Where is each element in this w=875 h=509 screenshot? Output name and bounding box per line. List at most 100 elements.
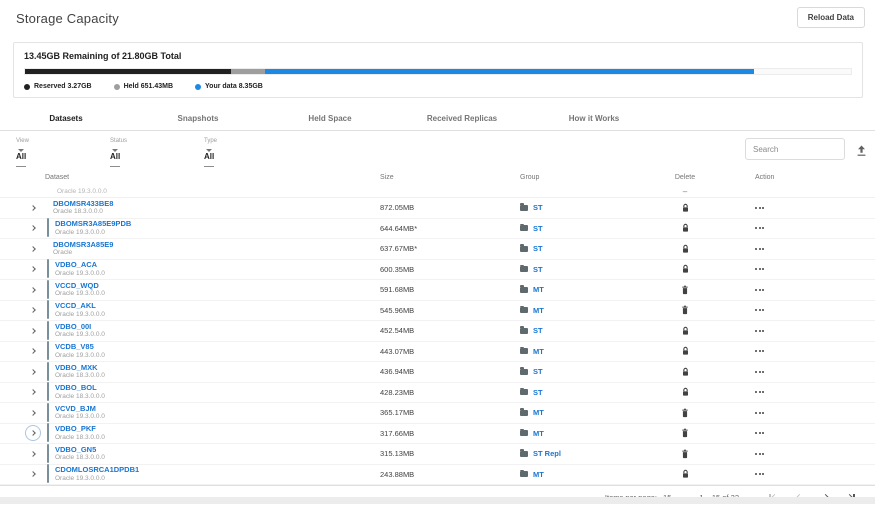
more-actions-icon[interactable] <box>755 289 769 291</box>
dataset-cell: VDBO_MXK Oracle 18.3.0.0.0 <box>0 363 360 381</box>
trash-icon[interactable] <box>681 305 689 315</box>
more-actions-icon[interactable] <box>755 227 769 229</box>
dataset-name-link[interactable]: VDBO_00I <box>55 323 105 332</box>
more-actions-icon[interactable] <box>755 412 769 414</box>
group-link[interactable]: ST <box>533 326 543 335</box>
more-actions-icon[interactable] <box>755 432 769 434</box>
chevron-right-icon <box>30 307 36 313</box>
dataset-cell: VCCD_AKL Oracle 19.3.0.0.0 <box>0 301 360 319</box>
export-icon[interactable] <box>856 145 867 157</box>
filter-value: All <box>16 152 26 161</box>
group-cell: MT <box>480 408 655 417</box>
expand-chevron[interactable] <box>26 303 40 317</box>
tab-snapshots[interactable]: Snapshots <box>132 114 264 123</box>
group-link[interactable]: ST <box>533 203 543 212</box>
expand-chevron[interactable] <box>26 467 40 481</box>
reload-data-button[interactable]: Reload Data <box>797 7 865 28</box>
dataset-subtitle: Oracle 19.3.0.0.0 <box>55 311 105 318</box>
group-link[interactable]: MT <box>533 470 544 479</box>
dataset-name-link[interactable]: VCCD_AKL <box>55 302 105 311</box>
dataset-name-link[interactable]: VCVD_BJM <box>55 405 105 414</box>
group-link[interactable]: ST <box>533 244 543 253</box>
search-input[interactable] <box>745 138 845 160</box>
dataset-name-link[interactable]: VDBO_MXK <box>55 364 105 373</box>
folder-icon <box>520 369 528 375</box>
filter-select-view[interactable]: ViewAll <box>16 138 94 164</box>
dataset-cell: VDBO_BOL Oracle 18.3.0.0.0 <box>0 383 360 401</box>
expand-chevron[interactable] <box>26 365 40 379</box>
trash-icon[interactable] <box>681 408 689 418</box>
tab-received-replicas[interactable]: Received Replicas <box>396 114 528 123</box>
expand-chevron[interactable] <box>26 385 40 399</box>
folder-icon <box>520 389 528 395</box>
expand-chevron[interactable] <box>26 447 40 461</box>
group-link[interactable]: ST <box>533 388 543 397</box>
expand-chevron[interactable] <box>26 406 40 420</box>
dataset-name-link[interactable]: DBOMSR3A85E9 <box>53 241 113 250</box>
dataset-name-link[interactable]: VCCD_WQD <box>55 282 105 291</box>
expand-chevron[interactable] <box>26 221 40 235</box>
group-link[interactable]: MT <box>533 408 544 417</box>
tab-how-it-works[interactable]: How it Works <box>528 114 660 123</box>
expand-chevron[interactable] <box>26 283 40 297</box>
chevron-right-icon <box>30 246 36 252</box>
expand-chevron[interactable] <box>26 344 40 358</box>
group-link[interactable]: MT <box>533 347 544 356</box>
more-actions-icon[interactable] <box>755 371 769 373</box>
more-actions-icon[interactable] <box>755 350 769 352</box>
filter-select-status[interactable]: StatusAll <box>110 138 188 164</box>
dataset-name-link[interactable]: VDBO_BOL <box>55 384 105 393</box>
tab-held-space[interactable]: Held Space <box>264 114 396 123</box>
dataset-name-link[interactable]: VCDB_V85 <box>55 343 105 352</box>
bottom-strip <box>0 497 875 504</box>
trash-icon[interactable] <box>681 449 689 459</box>
trash-icon[interactable] <box>681 285 689 295</box>
capacity-card: 13.45GB Remaining of 21.80GB Total Reser… <box>13 42 863 98</box>
dataset-name-link[interactable]: CDOMLOSRCA1DPDB1 <box>55 466 139 475</box>
group-link[interactable]: MT <box>533 285 544 294</box>
tab-datasets[interactable]: Datasets <box>0 114 132 123</box>
dataset-type-icon <box>47 281 49 299</box>
dataset-subtitle: Oracle 19.3.0.0.0 <box>55 270 105 277</box>
more-actions-icon[interactable] <box>755 391 769 393</box>
dataset-cell: VDBO_PKF Oracle 18.3.0.0.0 <box>0 424 360 442</box>
dataset-subtitle: Oracle 18.3.0.0.0 <box>55 454 105 461</box>
size-value: 365.17MB <box>360 408 480 417</box>
group-link[interactable]: ST <box>533 265 543 274</box>
group-link[interactable]: ST <box>533 224 543 233</box>
more-actions-icon[interactable] <box>755 309 769 311</box>
dataset-subtitle: Oracle 18.3.0.0.0 <box>55 372 105 379</box>
more-actions-icon[interactable] <box>755 268 769 270</box>
expand-chevron[interactable] <box>26 324 40 338</box>
dataset-subtitle: Oracle 19.3.0.0.0 <box>0 188 360 195</box>
group-link[interactable]: MT <box>533 306 544 315</box>
lock-icon <box>681 469 690 479</box>
dataset-name-link[interactable]: DBOMSR3A85E9PDB <box>55 220 131 229</box>
expand-chevron[interactable] <box>26 426 40 440</box>
more-actions-icon[interactable] <box>755 207 769 209</box>
expand-chevron[interactable] <box>26 262 40 276</box>
lock-icon <box>681 387 690 397</box>
dataset-name-link[interactable]: VDBO_ACA <box>55 261 105 270</box>
group-cell: ST <box>480 326 655 335</box>
more-actions-icon[interactable] <box>755 473 769 475</box>
action-cell <box>715 227 875 229</box>
dataset-name-link[interactable]: VDBO_PKF <box>55 425 105 434</box>
dataset-name-link[interactable]: DBOMSR433BE8 <box>53 200 113 209</box>
expand-chevron[interactable] <box>26 242 40 256</box>
group-link[interactable]: ST <box>533 367 543 376</box>
more-actions-icon[interactable] <box>755 330 769 332</box>
folder-icon <box>520 471 528 477</box>
app-header: Storage Capacity Reload Data <box>0 0 875 40</box>
group-link[interactable]: MT <box>533 429 544 438</box>
capacity-legend: Reserved 3.27GBHeld 651.43MBYour data 8.… <box>24 83 852 90</box>
vdb-icon <box>47 300 49 319</box>
trash-icon[interactable] <box>681 428 689 438</box>
dataset-name-link[interactable]: VDBO_GN5 <box>55 446 105 455</box>
filter-select-type[interactable]: TypeAll <box>204 138 282 164</box>
expand-chevron[interactable] <box>26 201 40 215</box>
more-actions-icon[interactable] <box>755 453 769 455</box>
more-actions-icon[interactable] <box>755 248 769 250</box>
dataset-type-icon <box>47 445 49 463</box>
group-link[interactable]: ST Repl <box>533 449 561 458</box>
